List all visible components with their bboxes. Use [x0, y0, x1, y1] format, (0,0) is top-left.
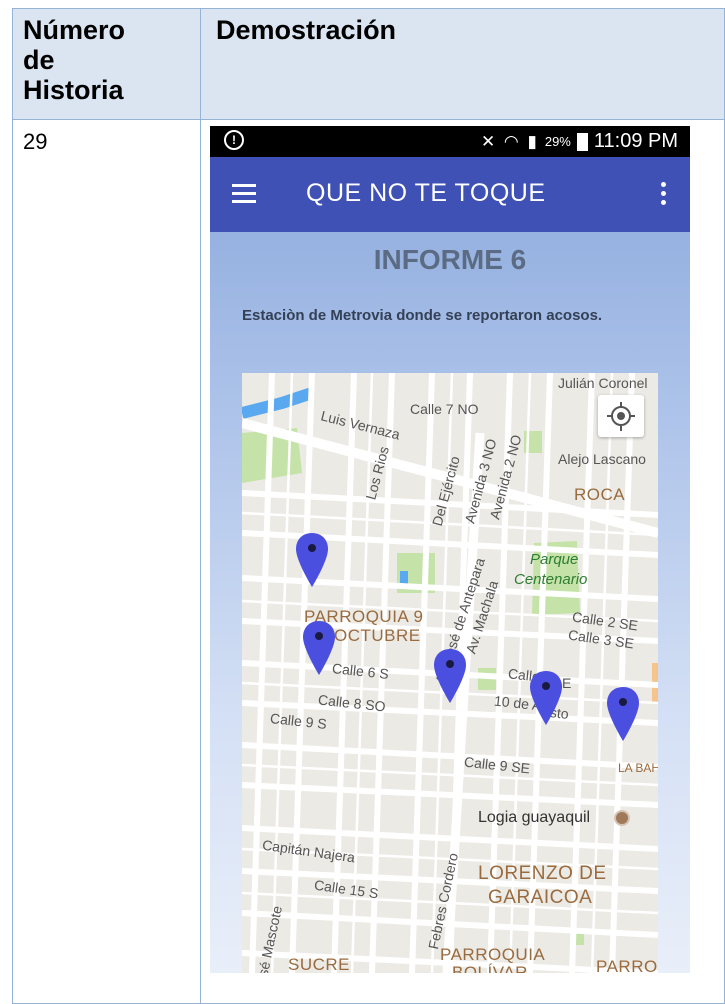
street-label: Julián Coronel [558, 375, 648, 391]
location-marker-icon[interactable] [607, 687, 639, 741]
header-label-demo: Demostración [216, 15, 397, 45]
area-label: LORENZO DE [478, 863, 607, 884]
map-view[interactable]: Julián Coronel Calle 7 NO Luis Vernaza L… [242, 373, 658, 973]
hamburger-menu-icon[interactable] [232, 184, 256, 204]
location-marker-icon[interactable] [530, 671, 562, 725]
street-label: Alejo Lascano [558, 451, 646, 467]
shield-icon: ! [224, 130, 244, 150]
area-label: PARROQUIA [440, 945, 546, 964]
park-label: Parque [530, 551, 579, 568]
app-title: QUE NO TE TOQUE [306, 179, 546, 207]
header-cell-demo: Demostración [200, 8, 725, 120]
header-label-line-3: Historia [23, 75, 124, 105]
header-label-line-2: de [23, 45, 55, 75]
battery-percent: 29% [544, 134, 571, 149]
status-time: 11:09 PM [593, 130, 678, 152]
area-label: LA BAH [618, 761, 658, 775]
lodge-poi-icon[interactable] [614, 810, 630, 826]
phone-screenshot: ! ✕ ◠ ▮ 29% 11:09 PM QUE NO TE TOQUE INF… [210, 126, 690, 973]
report-title: INFORME 6 [373, 244, 527, 275]
header-label-line-1: Número [23, 15, 126, 45]
report-description: Estaciòn de Metrovia donde se reportaron… [242, 307, 603, 324]
street-label: Calle 7 NO [410, 401, 479, 417]
connectivity-icons: ✕ ◠ ▮ [480, 131, 539, 151]
area-label: BOLÍVAR [452, 963, 528, 973]
area-label: PARROC [596, 957, 658, 973]
location-marker-icon[interactable] [296, 533, 328, 587]
battery-icon [576, 132, 588, 151]
header-cell-story-number: Número de Historia [12, 8, 201, 120]
location-marker-icon[interactable] [434, 649, 466, 703]
my-location-button[interactable] [598, 395, 644, 437]
location-marker-icon[interactable] [303, 621, 335, 675]
story-number: 29 [23, 129, 48, 154]
overflow-menu-icon[interactable] [661, 182, 666, 209]
crosshair-icon [611, 406, 631, 426]
area-label: GARAICOA [488, 887, 593, 908]
body-cell-story-number: 29 [12, 119, 201, 1004]
status-bar: ! ✕ ◠ ▮ 29% 11:09 PM [210, 126, 690, 157]
area-label: ROCA [574, 485, 626, 504]
app-bar: QUE NO TE TOQUE [210, 157, 690, 232]
area-label: OCTUBRE [334, 626, 421, 645]
park-label: Centenario [514, 571, 588, 588]
area-label: SUCRE [288, 955, 351, 973]
street-label: E [562, 675, 572, 691]
poi-label: Logia guayaquil [478, 809, 591, 826]
